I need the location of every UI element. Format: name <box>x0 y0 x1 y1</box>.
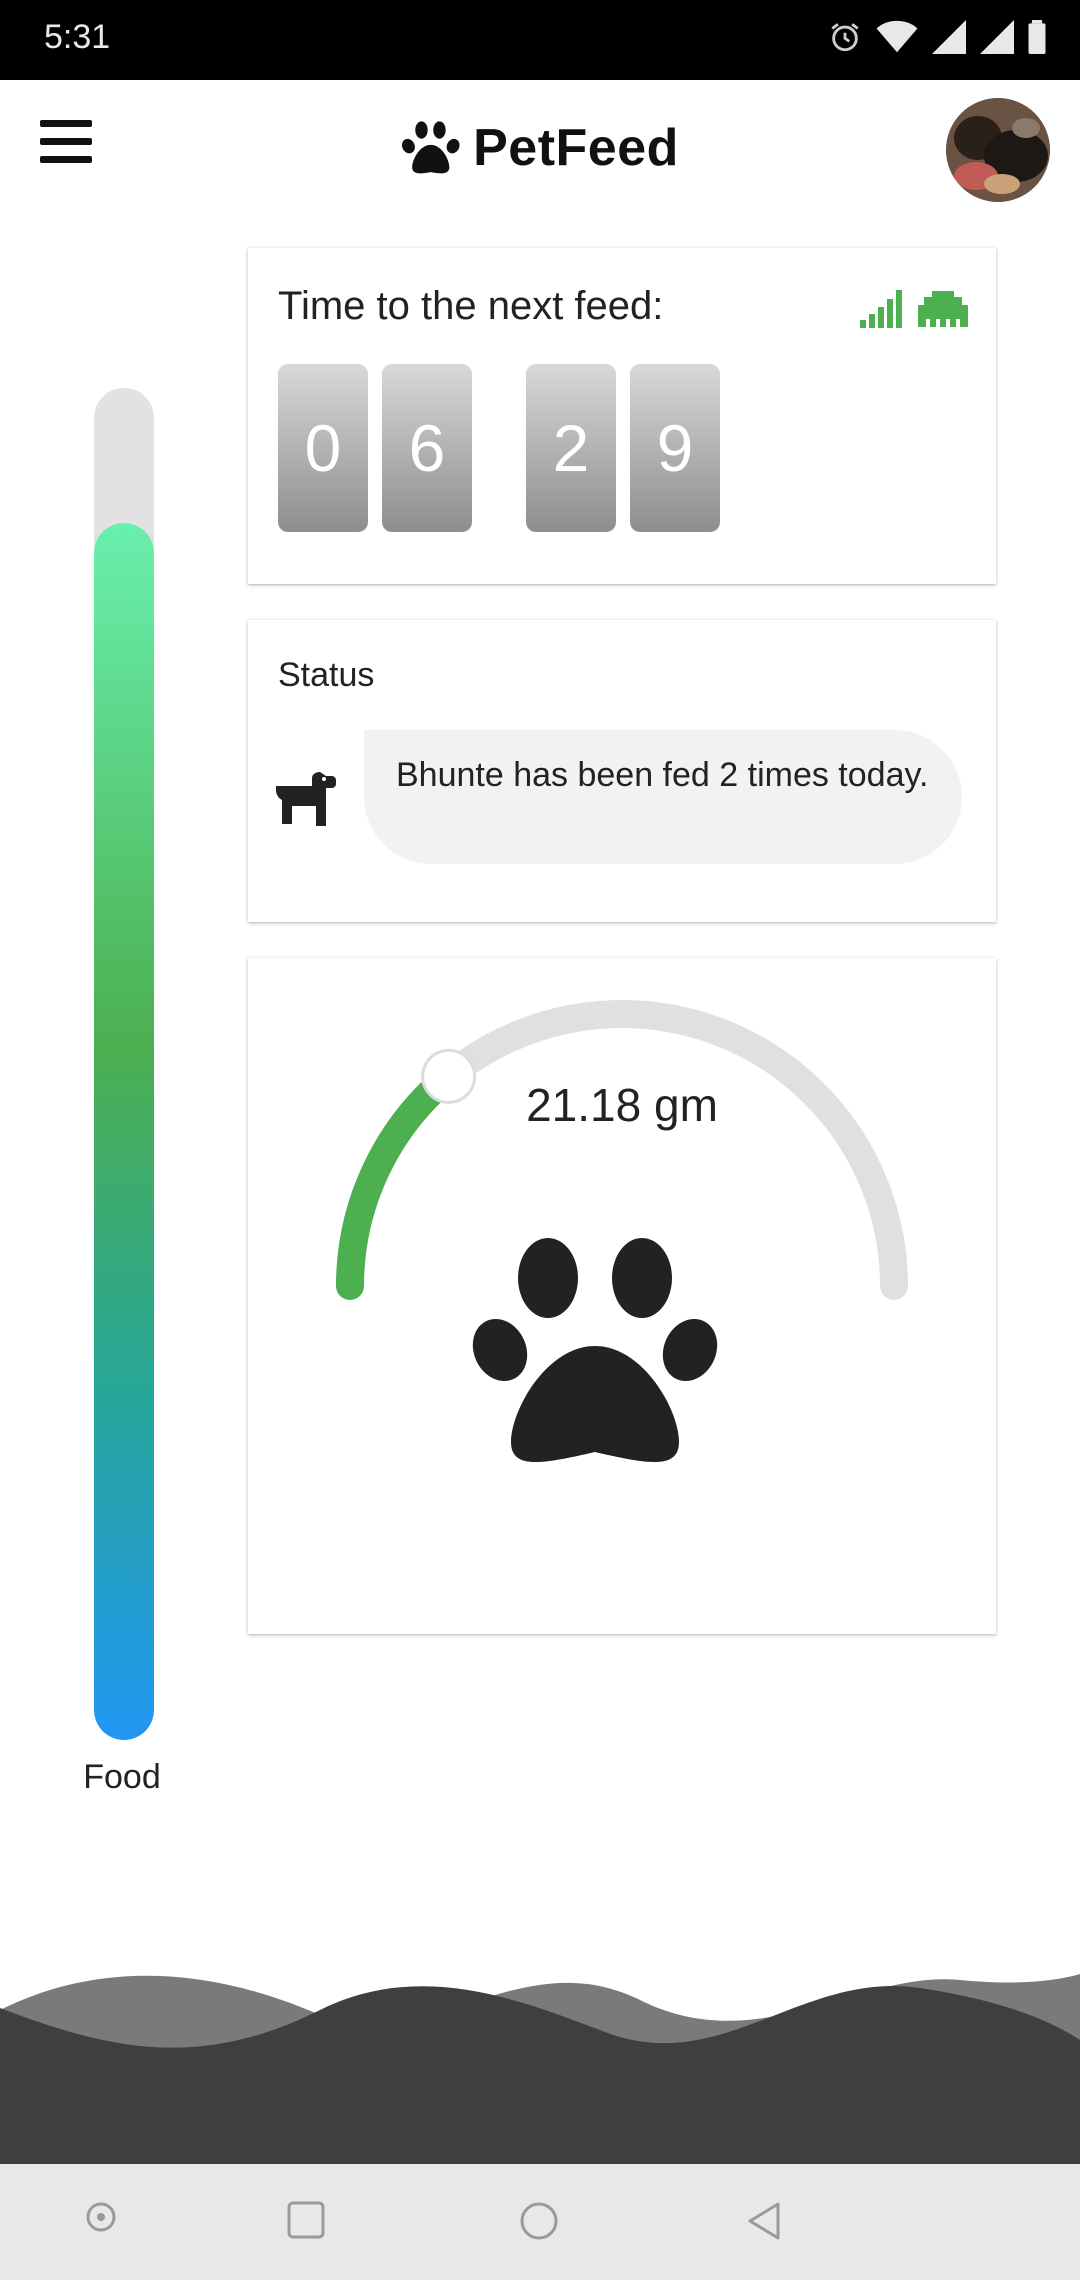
wave-decoration <box>0 1974 1080 2164</box>
food-level-fill <box>94 523 154 1740</box>
next-feed-title: Time to the next feed: <box>278 284 664 328</box>
status-title: Status <box>278 656 375 694</box>
app-brand: PetFeed <box>0 118 1080 181</box>
cell-signal-icon <box>932 20 966 54</box>
app-bar: PetFeed <box>0 80 1080 230</box>
feed-gauge-card: 21.18 gm <box>248 958 996 1634</box>
status-message-bubble: Bhunte has been fed 2 times today. <box>364 730 962 864</box>
gauge-track <box>336 1000 908 1300</box>
food-level-label: Food <box>83 1758 161 1796</box>
back-icon[interactable] <box>744 2200 784 2242</box>
assistant-dot-icon[interactable] <box>84 2200 118 2234</box>
paw-icon <box>472 1238 718 1463</box>
status-card: Status Bhunte has been fed 2 times today… <box>248 620 996 922</box>
wifi-icon <box>876 20 918 53</box>
home-icon[interactable] <box>518 2200 560 2242</box>
battery-icon <box>1028 20 1046 54</box>
recents-icon[interactable] <box>286 2200 326 2240</box>
food-weight-readout: 21.18 gm <box>526 1079 718 1131</box>
dog-icon <box>276 772 336 826</box>
timer-digit-hour-tens: 0 <box>278 364 368 532</box>
avatar-photo <box>946 98 1050 202</box>
food-level-bar <box>94 388 154 1740</box>
paw-icon <box>402 121 460 174</box>
feed-gauge <box>336 1000 908 1463</box>
status-time: 5:31 <box>44 18 111 56</box>
timer-digit-hour-ones: 6 <box>382 364 472 532</box>
connection-icons <box>860 290 968 328</box>
ethernet-icon <box>918 291 968 327</box>
timer-digit-minute-ones: 9 <box>630 364 720 532</box>
timer-digit-minute-tens: 2 <box>526 364 616 532</box>
app-title: PetFeed <box>473 119 679 177</box>
signal-bars-icon <box>860 290 902 328</box>
system-icons <box>828 20 1046 54</box>
system-nav-bar <box>0 2164 1080 2280</box>
system-status-bar: 5:31 <box>0 0 1080 80</box>
alarm-icon <box>831 23 859 52</box>
next-feed-card: Time to the next feed: 0 6 2 9 <box>248 248 996 584</box>
cell-signal-2-icon <box>980 20 1014 54</box>
user-avatar[interactable] <box>946 98 1050 202</box>
